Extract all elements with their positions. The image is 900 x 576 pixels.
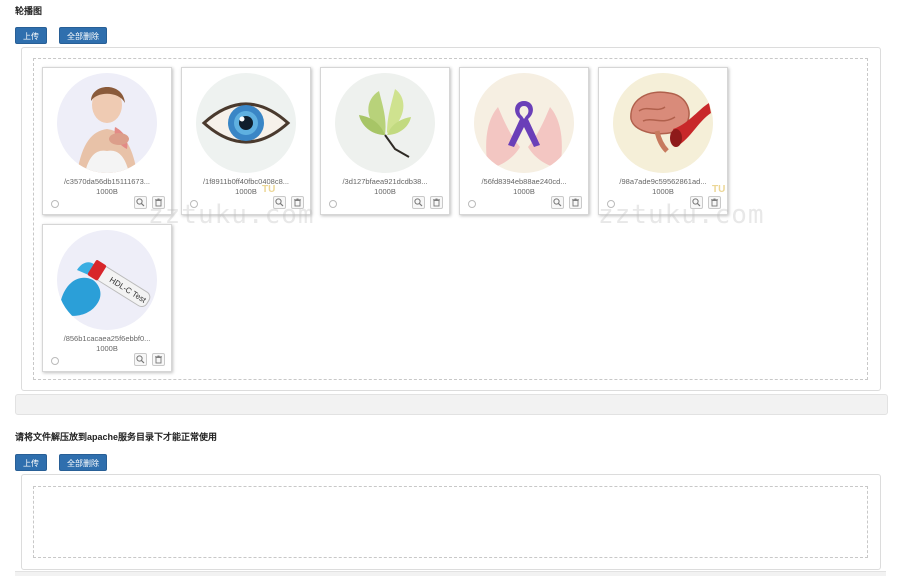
select-radio[interactable] [51, 200, 59, 208]
file-name: /98a7ade9c59562861ad... [619, 177, 707, 186]
file-size: 1000B [96, 187, 118, 196]
watermark-badge: TU [262, 184, 276, 195]
file-name: /3d127bfaea921dcdb38... [342, 177, 428, 186]
thumbnail-image [474, 73, 574, 173]
select-radio[interactable] [190, 200, 198, 208]
file-name: /856b1cacaea25f6ebbf0... [63, 334, 151, 343]
trash-icon[interactable] [152, 196, 165, 209]
select-radio[interactable] [468, 200, 476, 208]
file-card: /98a7ade9c59562861ad... 1000B [598, 67, 728, 215]
upload-panel-2 [21, 474, 881, 570]
thumbnail-image [335, 73, 435, 173]
file-name: /56fd8394eb88ae240cd... [481, 177, 567, 186]
progress-bar-2 [15, 571, 886, 576]
drop-zone-2[interactable] [33, 486, 868, 558]
file-card: /c3570da56db15111673... 1000B [42, 67, 172, 215]
section-title-notice: 请将文件解压放到apache服务目录下才能正常使用 [15, 432, 218, 442]
file-name: /1f8911b0ff40fbc0408c8... [202, 177, 290, 186]
zoom-icon[interactable] [412, 196, 425, 209]
zoom-icon[interactable] [551, 196, 564, 209]
upload-button[interactable]: 上传 [15, 27, 47, 44]
zoom-icon[interactable] [690, 196, 703, 209]
zoom-icon[interactable] [134, 196, 147, 209]
select-radio[interactable] [607, 200, 615, 208]
trash-icon[interactable] [708, 196, 721, 209]
drop-zone[interactable]: /c3570da56db15111673... 1000B /1f8911b0f… [33, 58, 868, 380]
trash-icon[interactable] [569, 196, 582, 209]
thumbnail-image: HDL-C Test [57, 230, 157, 330]
select-radio[interactable] [51, 357, 59, 365]
thumbnail-image [57, 73, 157, 173]
trash-icon[interactable] [152, 353, 165, 366]
delete-all-button-2[interactable]: 全部删除 [59, 454, 107, 471]
file-size: 1000B [235, 187, 257, 196]
file-card: /56fd8394eb88ae240cd... 1000B [459, 67, 589, 215]
thumbnail-image [613, 73, 713, 173]
thumbnail-image [196, 73, 296, 173]
file-name: /c3570da56db15111673... [63, 177, 151, 186]
upload-panel: /c3570da56db15111673... 1000B /1f8911b0f… [21, 47, 881, 391]
zoom-icon[interactable] [134, 353, 147, 366]
file-card: /1f8911b0ff40fbc0408c8... 1000B [181, 67, 311, 215]
delete-all-button[interactable]: 全部删除 [59, 27, 107, 44]
upload-button-2[interactable]: 上传 [15, 454, 47, 471]
select-radio[interactable] [329, 200, 337, 208]
file-size: 1000B [513, 187, 535, 196]
progress-bar [15, 394, 888, 415]
section-title-carousel: 轮播图 [15, 6, 43, 16]
trash-icon[interactable] [291, 196, 304, 209]
zoom-icon[interactable] [273, 196, 286, 209]
file-size: 1000B [652, 187, 674, 196]
file-size: 1000B [374, 187, 396, 196]
file-card: /3d127bfaea921dcdb38... 1000B [320, 67, 450, 215]
trash-icon[interactable] [430, 196, 443, 209]
file-size: 1000B [96, 344, 118, 353]
watermark-badge: TU [712, 184, 726, 195]
file-card: HDL-C Test /856b1cacaea25f6ebbf0... 1000… [42, 224, 172, 372]
